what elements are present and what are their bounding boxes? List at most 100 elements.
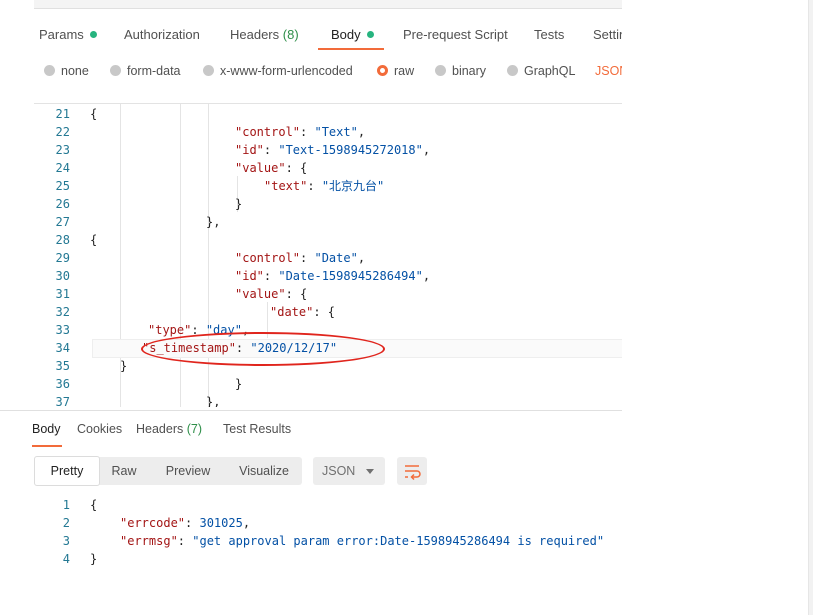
radio-none[interactable]: none [44,64,89,78]
radio-form-data[interactable]: form-data [110,64,181,78]
radio-selected-icon [377,65,388,76]
line-number: 27 [55,215,70,229]
json-punctuation: , [422,143,431,157]
code-line: 37}, [34,393,622,407]
wrap-lines-icon [405,465,421,481]
line-number: 1 [62,498,70,512]
code-text: } [120,357,127,375]
body-indicator-dot [366,31,374,38]
json-key: "control" [235,251,301,265]
json-punctuation: , [422,269,431,283]
tab-tests[interactable]: Tests [534,27,564,42]
json-punctuation: : { [285,161,308,175]
pane-divider[interactable] [0,410,622,411]
params-indicator-dot [89,31,97,38]
radio-raw[interactable]: raw [377,64,414,78]
code-text: "control": "Text", [235,123,365,141]
url-bar-remnant [34,0,622,9]
json-punctuation: : [263,143,279,157]
radio-binary[interactable]: binary [435,64,486,78]
right-panel-edge [808,0,813,615]
line-number: 28 [55,233,70,247]
json-key: "id" [235,269,264,283]
response-headers-count: (7) [186,422,203,436]
tab-authorization[interactable]: Authorization [124,27,200,42]
code-line: 2 "errcode": 301025, [34,514,622,532]
code-line: 4} [34,550,622,568]
json-punctuation: : [307,179,322,193]
annotation-ellipse [141,332,385,366]
code-text: "value": { [235,285,307,303]
response-view-toggle: Pretty Raw Preview Visualize [34,456,302,486]
line-number: 33 [55,323,70,337]
json-punctuation: : [185,516,200,530]
tab-cookies[interactable]: Cookies [77,422,122,436]
json-punctuation: { [90,498,98,512]
view-pretty-button[interactable]: Pretty [34,456,100,486]
tab-response-headers[interactable]: Headers (7) [136,422,202,436]
view-raw-button[interactable]: Raw [104,457,144,485]
tab-response-body[interactable]: Body [32,422,61,436]
json-punctuation: , [357,251,366,265]
code-line: 24 "value": { [34,159,622,177]
json-key: "errmsg" [120,534,178,548]
code-text: "id": "Date-1598945286494", [235,267,430,285]
body-type-options: none form-data x-www-form-urlencoded raw… [0,62,622,82]
json-punctuation: : [263,269,279,283]
json-punctuation: }, [206,395,221,407]
json-punctuation: } [235,197,243,211]
response-format-select[interactable]: JSON [313,457,385,485]
code-text: } [90,550,97,568]
tab-body[interactable]: Body [331,27,374,42]
view-preview-button[interactable]: Preview [158,457,218,485]
code-text: "value": { [235,159,307,177]
line-number: 2 [62,516,70,530]
code-line: 31 "value": { [34,285,622,303]
response-body-viewer[interactable]: 1{2 "errcode": 301025, 3 "errmsg": "get app… [34,496,622,576]
postman-request-panel: Params Authorization Headers (8) Body Pr… [0,0,622,615]
json-value: "Text-1598945272018" [278,143,423,157]
code-line: 28 { [34,231,622,249]
json-punctuation: } [235,377,243,391]
json-key: "value" [235,287,286,301]
json-value: "Text" [314,125,358,139]
line-number: 31 [55,287,70,301]
line-number: 24 [55,161,70,175]
json-punctuation: : { [313,305,336,319]
radio-circle-icon [435,65,446,76]
json-key: "errcode" [120,516,186,530]
line-number: 30 [55,269,70,283]
tab-headers[interactable]: Headers (8) [230,27,299,42]
radio-x-www-form-urlencoded[interactable]: x-www-form-urlencoded [203,64,353,78]
headers-count: (8) [282,27,299,42]
line-number: 23 [55,143,70,157]
radio-circle-icon [44,65,55,76]
radio-graphql[interactable]: GraphQL [507,64,575,78]
line-number: 35 [55,359,70,373]
json-punctuation: { [90,107,98,121]
json-key: "control" [235,125,301,139]
json-value: "get approval param error:Date-159894528… [192,534,605,548]
chevron-down-icon [366,469,374,474]
radio-circle-icon [203,65,214,76]
tab-settings[interactable]: Settin [593,27,622,42]
tab-test-results[interactable]: Test Results [223,422,291,436]
code-line: 25 "text": "北京九台" [34,177,622,195]
wrap-lines-button[interactable] [397,457,427,485]
code-text: "text": "北京九台" [264,177,384,195]
view-visualize-button[interactable]: Visualize [232,457,296,485]
line-number: 32 [55,305,70,319]
json-punctuation: } [120,359,128,373]
json-key: "value" [235,161,286,175]
radio-circle-icon [507,65,518,76]
code-line: 22 "control": "Text", [34,123,622,141]
code-text: }, [206,213,220,231]
tab-params[interactable]: Params [39,27,97,42]
response-tabs: Body Cookies Headers (7) Test Results [0,420,622,444]
body-format-dropdown[interactable]: JSON [595,64,622,78]
code-text: { [90,105,97,123]
code-text: { [90,231,97,249]
tab-pre-request-script[interactable]: Pre-request Script [403,27,508,42]
response-format-label: JSON [322,464,356,478]
json-key: "id" [235,143,264,157]
